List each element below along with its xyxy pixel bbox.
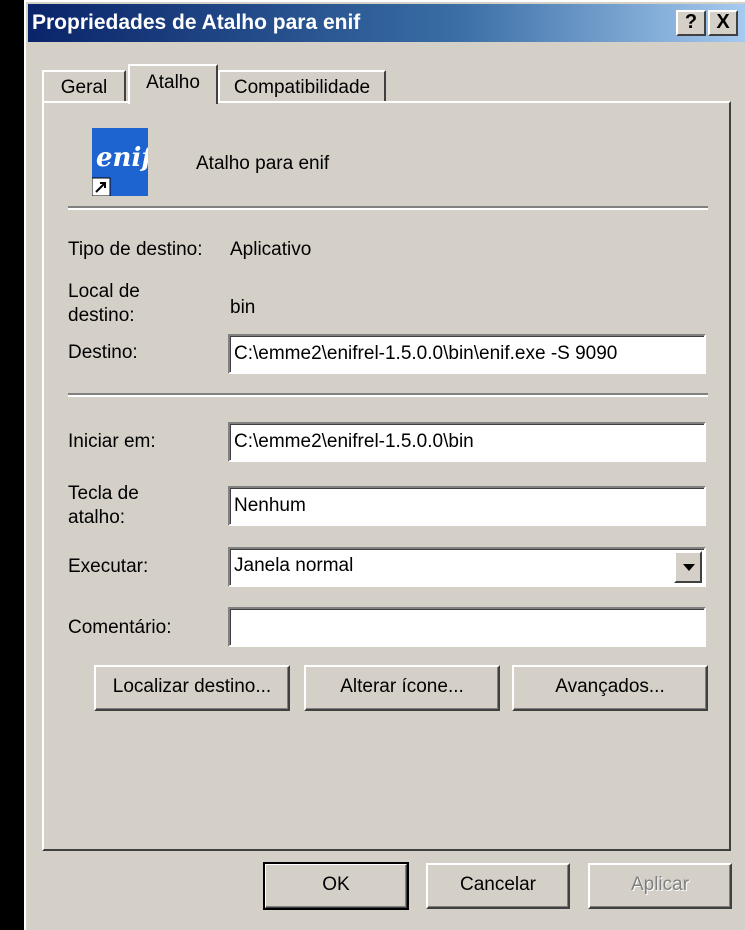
tab-compatibilidade[interactable]: Compatibilidade: [218, 70, 386, 103]
apply-button[interactable]: Aplicar: [588, 863, 732, 909]
chevron-down-icon[interactable]: [674, 551, 702, 583]
window-title: Propriedades de Atalho para enif: [32, 11, 361, 34]
comment-label: Comentário:: [68, 617, 172, 638]
tab-geral[interactable]: Geral: [42, 70, 126, 103]
change-icon-button[interactable]: Alterar ícone...: [304, 665, 500, 711]
hotkey-label-line1: Tecla de: [68, 483, 139, 504]
hotkey-input[interactable]: [228, 486, 706, 526]
target-location-label-line2: destino:: [68, 305, 135, 326]
advanced-button[interactable]: Avançados...: [512, 665, 708, 711]
icon-text: enif: [96, 143, 148, 173]
target-input[interactable]: [228, 334, 706, 374]
run-select[interactable]: Janela normal: [228, 547, 706, 587]
target-label: Destino:: [68, 342, 138, 363]
comment-input[interactable]: [228, 607, 706, 647]
start-in-input[interactable]: [228, 422, 706, 462]
start-in-label: Iniciar em:: [68, 431, 156, 452]
properties-dialog: Propriedades de Atalho para enif ? X Ger…: [24, 0, 745, 930]
run-select-value: Janela normal: [234, 555, 354, 576]
tab-atalho-label: Atalho: [146, 72, 200, 93]
close-button[interactable]: X: [708, 10, 738, 36]
shortcut-app-icon: enif: [91, 128, 156, 197]
target-location-label-line1: Local de: [68, 281, 140, 302]
tab-atalho[interactable]: Atalho: [128, 64, 218, 104]
title-bar: Propriedades de Atalho para enif: [28, 4, 745, 42]
cancel-button[interactable]: Cancelar: [426, 863, 570, 909]
tab-compatibilidade-label: Compatibilidade: [233, 77, 371, 98]
target-type-value: Aplicativo: [230, 239, 312, 260]
tab-panel: [42, 101, 731, 851]
ok-button[interactable]: OK: [263, 862, 409, 910]
separator-2: [68, 393, 708, 397]
tab-geral-label: Geral: [60, 77, 108, 98]
help-button[interactable]: ?: [676, 10, 706, 36]
hotkey-label-line2: atalho:: [68, 507, 126, 528]
separator-1: [68, 206, 708, 210]
shortcut-name: Atalho para enif: [196, 153, 330, 174]
target-type-label: Tipo de destino:: [68, 239, 203, 260]
run-label: Executar:: [68, 556, 149, 577]
find-target-button[interactable]: Localizar destino...: [94, 665, 290, 711]
target-location-value: bin: [230, 297, 256, 318]
